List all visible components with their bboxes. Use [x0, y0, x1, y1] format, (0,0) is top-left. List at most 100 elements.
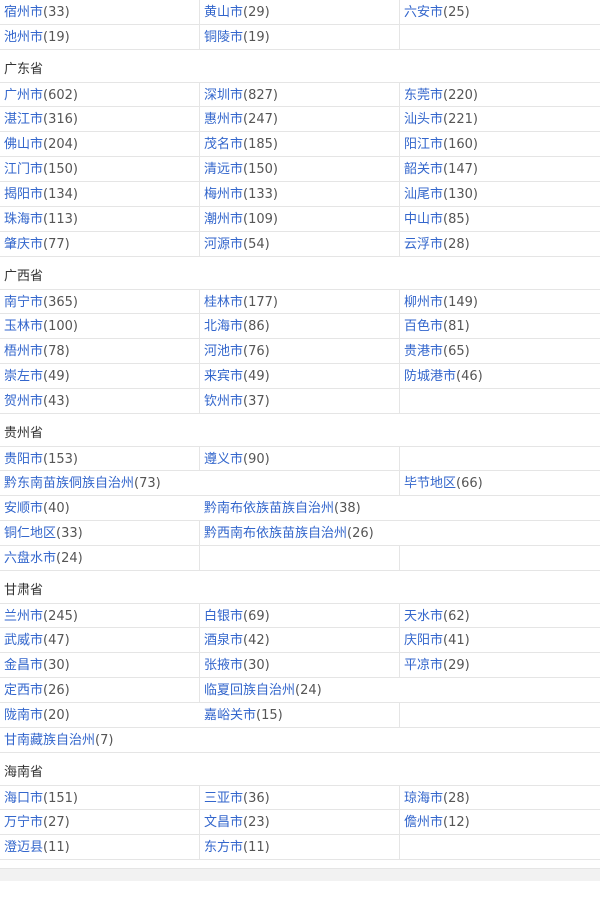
city-name[interactable]: 阳江市 [404, 137, 443, 152]
city-name[interactable]: 钦州市 [204, 394, 243, 409]
city-link[interactable]: 柳州市(149) [400, 289, 600, 314]
city-name[interactable]: 梅州市 [204, 187, 243, 202]
city-name[interactable]: 黔东南苗族侗族自治州 [4, 476, 134, 491]
city-link[interactable]: 六盘水市(24) [0, 546, 200, 571]
city-link[interactable]: 崇左市(49) [0, 364, 200, 389]
city-link[interactable]: 遵义市(90) [200, 446, 400, 471]
city-name[interactable]: 文昌市 [204, 815, 243, 830]
city-name[interactable]: 海口市 [4, 791, 43, 806]
city-link[interactable]: 酒泉市(42) [200, 628, 400, 653]
city-name[interactable]: 湛江市 [4, 112, 43, 127]
city-name[interactable]: 定西市 [4, 683, 43, 698]
city-link[interactable]: 庆阳市(41) [400, 628, 600, 653]
city-link[interactable]: 儋州市(12) [400, 810, 600, 835]
city-link[interactable]: 海口市(151) [0, 785, 200, 810]
city-link[interactable]: 深圳市(827) [200, 82, 400, 107]
city-link[interactable]: 天水市(62) [400, 603, 600, 628]
city-link[interactable]: 潮州市(109) [200, 207, 400, 232]
city-name[interactable]: 嘉峪关市 [204, 708, 256, 723]
city-name[interactable]: 汕尾市 [404, 187, 443, 202]
city-name[interactable]: 江门市 [4, 162, 43, 177]
city-name[interactable]: 百色市 [404, 319, 443, 334]
city-link[interactable]: 池州市(19) [0, 25, 200, 50]
city-link[interactable]: 云浮市(28) [400, 232, 600, 257]
city-link[interactable]: 河池市(76) [200, 339, 400, 364]
city-name[interactable]: 珠海市 [4, 212, 43, 227]
city-link[interactable]: 铜陵市(19) [200, 25, 400, 50]
city-name[interactable]: 琼海市 [404, 791, 443, 806]
city-name[interactable]: 肇庆市 [4, 237, 43, 252]
city-link[interactable]: 贵港市(65) [400, 339, 600, 364]
city-link[interactable]: 贵阳市(153) [0, 446, 200, 471]
city-name[interactable]: 黔西南布依族苗族自治州 [204, 526, 347, 541]
city-link[interactable]: 茂名市(185) [200, 132, 400, 157]
city-link[interactable]: 宿州市(33) [0, 0, 200, 25]
city-name[interactable]: 玉林市 [4, 319, 43, 334]
city-link[interactable]: 甘南藏族自治州(7) [0, 728, 400, 753]
city-link[interactable]: 定西市(26) [0, 678, 200, 703]
city-name[interactable]: 贵港市 [404, 344, 443, 359]
city-link[interactable]: 澄迈县(11) [0, 835, 200, 860]
city-name[interactable]: 佛山市 [4, 137, 43, 152]
city-link[interactable]: 清远市(150) [200, 157, 400, 182]
city-name[interactable]: 惠州市 [204, 112, 243, 127]
city-name[interactable]: 临夏回族自治州 [204, 683, 295, 698]
city-name[interactable]: 遵义市 [204, 452, 243, 467]
city-link[interactable]: 北海市(86) [200, 314, 400, 339]
city-link[interactable]: 安顺市(40) [0, 496, 200, 521]
city-name[interactable]: 防城港市 [404, 369, 456, 384]
city-link[interactable]: 白银市(69) [200, 603, 400, 628]
city-name[interactable]: 韶关市 [404, 162, 443, 177]
city-name[interactable]: 云浮市 [404, 237, 443, 252]
city-link[interactable]: 黄山市(29) [200, 0, 400, 25]
city-link[interactable]: 黔东南苗族侗族自治州(73) [0, 471, 400, 496]
city-name[interactable]: 澄迈县 [4, 840, 43, 855]
city-name[interactable]: 茂名市 [204, 137, 243, 152]
city-name[interactable]: 陇南市 [4, 708, 43, 723]
city-name[interactable]: 桂林市 [204, 295, 243, 310]
city-link[interactable]: 万宁市(27) [0, 810, 200, 835]
city-link[interactable]: 铜仁地区(33) [0, 521, 200, 546]
city-link[interactable]: 中山市(85) [400, 207, 600, 232]
city-link[interactable]: 兰州市(245) [0, 603, 200, 628]
city-link[interactable]: 惠州市(247) [200, 107, 400, 132]
city-name[interactable]: 东方市 [204, 840, 243, 855]
city-name[interactable]: 贵阳市 [4, 452, 43, 467]
city-name[interactable]: 广州市 [4, 88, 43, 103]
city-link[interactable]: 韶关市(147) [400, 157, 600, 182]
city-link[interactable]: 玉林市(100) [0, 314, 200, 339]
city-name[interactable]: 贺州市 [4, 394, 43, 409]
city-link[interactable]: 黔西南布依族苗族自治州(26) [200, 521, 600, 546]
city-link[interactable]: 肇庆市(77) [0, 232, 200, 257]
city-link[interactable]: 三亚市(36) [200, 785, 400, 810]
city-name[interactable]: 毕节地区 [404, 476, 456, 491]
city-name[interactable]: 武威市 [4, 633, 43, 648]
city-name[interactable]: 白银市 [204, 609, 243, 624]
city-name[interactable]: 河池市 [204, 344, 243, 359]
city-link[interactable]: 江门市(150) [0, 157, 200, 182]
city-link[interactable]: 临夏回族自治州(24) [200, 678, 600, 703]
city-name[interactable]: 北海市 [204, 319, 243, 334]
city-link[interactable]: 河源市(54) [200, 232, 400, 257]
city-name[interactable]: 潮州市 [204, 212, 243, 227]
city-name[interactable]: 宿州市 [4, 5, 43, 20]
city-name[interactable]: 南宁市 [4, 295, 43, 310]
city-name[interactable]: 铜陵市 [204, 30, 243, 45]
city-name[interactable]: 揭阳市 [4, 187, 43, 202]
city-link[interactable]: 琼海市(28) [400, 785, 600, 810]
city-name[interactable]: 池州市 [4, 30, 43, 45]
city-link[interactable]: 嘉峪关市(15) [200, 703, 400, 728]
city-link[interactable]: 毕节地区(66) [400, 471, 600, 496]
city-name[interactable]: 深圳市 [204, 88, 243, 103]
city-link[interactable]: 阳江市(160) [400, 132, 600, 157]
city-name[interactable]: 安顺市 [4, 501, 43, 516]
city-link[interactable]: 梧州市(78) [0, 339, 200, 364]
city-link[interactable]: 武威市(47) [0, 628, 200, 653]
city-link[interactable]: 张掖市(30) [200, 653, 400, 678]
city-name[interactable]: 金昌市 [4, 658, 43, 673]
city-link[interactable]: 佛山市(204) [0, 132, 200, 157]
city-link[interactable]: 桂林市(177) [200, 289, 400, 314]
city-name[interactable]: 张掖市 [204, 658, 243, 673]
city-link[interactable]: 湛江市(316) [0, 107, 200, 132]
city-name[interactable]: 天水市 [404, 609, 443, 624]
